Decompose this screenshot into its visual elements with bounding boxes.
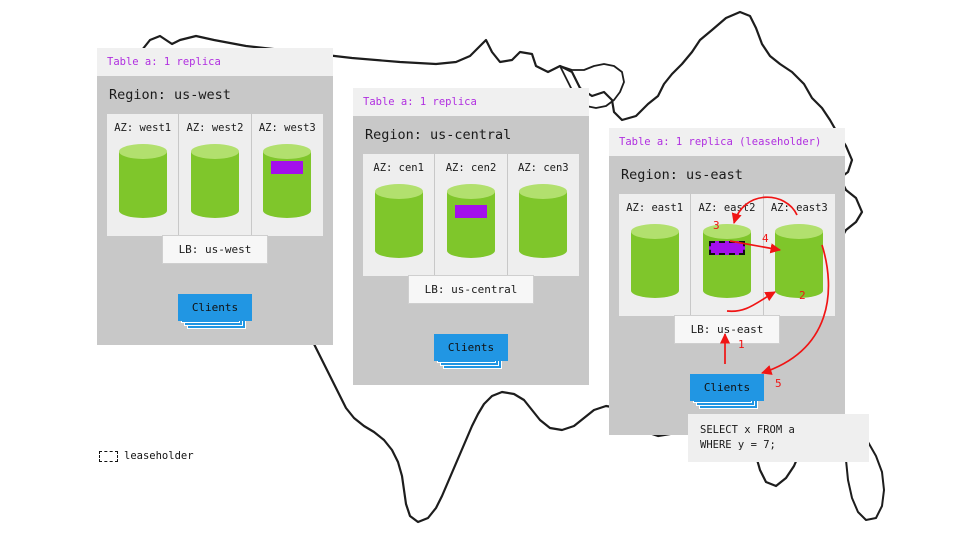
- node-cylinder-west2[interactable]: [190, 143, 239, 218]
- load-balancer-us-west[interactable]: LB: us-west: [161, 234, 269, 264]
- node-cylinder-east2[interactable]: [702, 223, 751, 298]
- arrow-label-2: 2: [799, 289, 806, 302]
- region-header-us-west: Table a: 1 replica: [97, 48, 333, 76]
- region-body-us-central: Region: us-central AZ: cen1 AZ: cen2 AZ:…: [353, 115, 589, 385]
- az-west2[interactable]: AZ: west2: [178, 113, 250, 236]
- arrow-label-5: 5: [775, 377, 782, 390]
- az-west1[interactable]: AZ: west1: [107, 114, 178, 236]
- node-cylinder-east3[interactable]: [775, 223, 824, 298]
- az-west3[interactable]: AZ: west3: [250, 113, 323, 236]
- region-panel-us-central: Table a: 1 replica Region: us-central AZ…: [353, 88, 589, 385]
- region-body-us-west: Region: us-west AZ: west1 AZ: west2 AZ: …: [97, 75, 333, 345]
- region-panel-us-west: Table a: 1 replica Region: us-west AZ: w…: [97, 48, 333, 345]
- replica-marker-cen2[interactable]: [454, 204, 487, 218]
- az-row-us-west: AZ: west1 AZ: west2 AZ: west3: [107, 113, 323, 236]
- az-label-east3: AZ: east3: [770, 201, 828, 214]
- az-label-east1: AZ: east1: [626, 201, 684, 214]
- az-label-west3: AZ: west3: [258, 121, 316, 134]
- legend-label: leaseholder: [124, 450, 194, 462]
- region-body-us-east: Region: us-east AZ: east1 AZ: east2 AZ: …: [609, 155, 845, 435]
- az-label-cen3: AZ: cen3: [518, 161, 569, 174]
- node-cylinder-west3[interactable]: [263, 143, 312, 218]
- az-cen1[interactable]: AZ: cen1: [363, 154, 434, 276]
- clients-stack-us-west[interactable]: Clients: [177, 293, 253, 329]
- region-title-us-central: Region: us-central: [365, 126, 512, 143]
- az-cen2[interactable]: AZ: cen2: [434, 153, 506, 276]
- arrow-label-1: 1: [738, 338, 745, 351]
- clients-label-us-east[interactable]: Clients: [689, 373, 765, 401]
- load-balancer-us-east[interactable]: LB: us-east: [673, 314, 781, 344]
- az-row-us-central: AZ: cen1 AZ: cen2 AZ: cen3: [363, 153, 579, 276]
- diagram-canvas: Table a: 1 replica Region: us-west AZ: w…: [0, 0, 960, 540]
- node-cylinder-cen2[interactable]: [446, 183, 495, 258]
- az-cen3[interactable]: AZ: cen3: [506, 153, 579, 276]
- clients-stack-us-east[interactable]: Clients: [689, 373, 765, 409]
- leaseholder-replica-marker-east2[interactable]: [708, 240, 745, 255]
- sql-query-box: SELECT x FROM a WHERE y = 7;: [688, 414, 869, 463]
- arrow-label-4: 4: [762, 232, 769, 245]
- region-header-us-east: Table a: 1 replica (leaseholder): [609, 128, 845, 156]
- clients-label-us-west[interactable]: Clients: [177, 293, 253, 321]
- az-label-east2: AZ: east2: [698, 201, 756, 214]
- dashed-rect-icon: [99, 450, 118, 462]
- clients-stack-us-central[interactable]: Clients: [433, 333, 509, 369]
- region-panel-us-east: Table a: 1 replica (leaseholder) Region:…: [609, 128, 845, 435]
- replica-marker-west3[interactable]: [271, 160, 304, 174]
- az-label-west1: AZ: west1: [114, 121, 172, 134]
- load-balancer-us-central[interactable]: LB: us-central: [407, 274, 535, 304]
- az-east1[interactable]: AZ: east1: [619, 194, 690, 316]
- region-title-us-west: Region: us-west: [109, 86, 231, 103]
- az-label-west2: AZ: west2: [186, 121, 244, 134]
- arrow-label-3: 3: [713, 219, 720, 232]
- clients-label-us-central[interactable]: Clients: [433, 333, 509, 361]
- region-title-us-east: Region: us-east: [621, 166, 743, 183]
- node-cylinder-east1[interactable]: [630, 223, 679, 298]
- node-cylinder-cen1[interactable]: [374, 183, 423, 258]
- az-east2[interactable]: AZ: east2: [690, 193, 762, 316]
- node-cylinder-west1[interactable]: [118, 143, 167, 218]
- az-label-cen2: AZ: cen2: [445, 161, 497, 174]
- node-cylinder-cen3[interactable]: [519, 183, 568, 258]
- legend: leaseholder: [99, 450, 194, 462]
- region-header-us-central: Table a: 1 replica: [353, 88, 589, 116]
- az-label-cen1: AZ: cen1: [373, 161, 424, 174]
